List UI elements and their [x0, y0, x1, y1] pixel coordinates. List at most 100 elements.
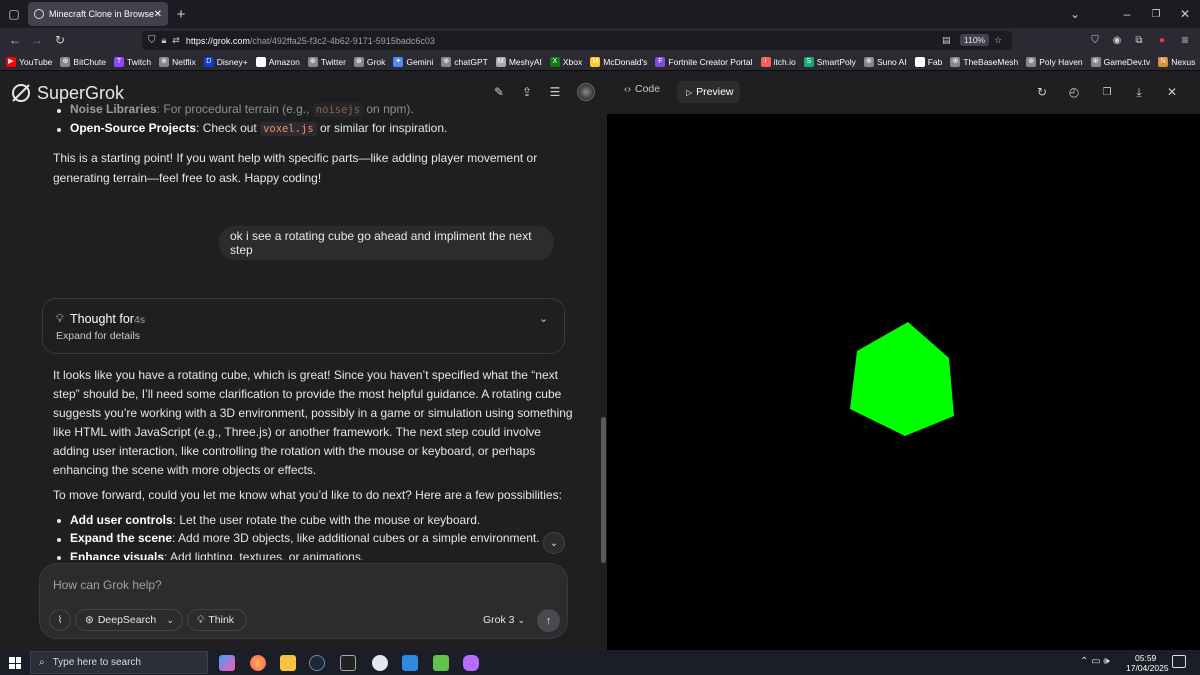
- model-selector[interactable]: Grok 3 ⌄: [483, 614, 525, 626]
- new-tab-icon[interactable]: +: [172, 5, 190, 23]
- bookmark-item[interactable]: F Fortnite Creator Portal: [655, 56, 753, 67]
- bookmark-item[interactable]: M McDonald's: [590, 56, 647, 67]
- reader-icon[interactable]: ▤: [942, 35, 951, 46]
- addon-icon[interactable]: ●: [1153, 31, 1171, 49]
- bookmark-item[interactable]: ⊕ Netflix: [159, 56, 196, 67]
- file-explorer-icon[interactable]: [280, 655, 296, 671]
- browser-tab[interactable]: Minecraft Clone in Browser - Gr ✕: [28, 2, 168, 26]
- tab-favicon-icon: [34, 9, 44, 19]
- bookmark-label: Netflix: [172, 56, 196, 67]
- game-controller-icon[interactable]: [463, 655, 479, 671]
- bookmark-favicon-icon: D: [203, 56, 214, 67]
- bookmark-item[interactable]: ⊕ BitChute: [60, 56, 106, 67]
- url-bar[interactable]: ⛉ 🔒︎ ⇄ https://grok.com/chat/492ffa25-f3…: [142, 31, 1012, 50]
- download-icon[interactable]: ⤓: [1130, 83, 1148, 101]
- refresh-icon[interactable]: ↻: [1033, 83, 1051, 101]
- forward-icon[interactable]: →: [28, 31, 46, 49]
- blockbench-icon[interactable]: [433, 655, 449, 671]
- bookmark-item[interactable]: ⊕ Twitter: [307, 56, 346, 67]
- chat-panel: SuperGrok ✎ ⇪ ☰ Noise Libraries: For pro…: [0, 71, 607, 650]
- grok-logo-icon: [12, 84, 30, 102]
- notifications-icon[interactable]: [1172, 655, 1186, 668]
- pocket-icon[interactable]: ⛉: [1086, 31, 1104, 49]
- unreal-icon[interactable]: [372, 655, 388, 671]
- preview-canvas[interactable]: [607, 114, 1200, 650]
- bookmark-item[interactable]: T Twitch: [114, 56, 151, 67]
- bookmark-item[interactable]: S SmartPoly: [803, 56, 856, 67]
- think-button[interactable]: 💡︎ Think: [187, 609, 247, 631]
- window-close-icon[interactable]: ✕: [1176, 5, 1194, 23]
- reload-icon[interactable]: ↻: [51, 31, 69, 49]
- bookmark-item[interactable]: ⊕ Grok: [353, 56, 385, 67]
- user-message-text: ok i see a rotating cube go ahead and im…: [230, 229, 532, 257]
- prompt-input[interactable]: How can Grok help?: [53, 578, 162, 592]
- clock-time[interactable]: 05:59: [1135, 653, 1156, 663]
- send-button[interactable]: ↑: [537, 609, 560, 632]
- bookmark-label: chatGPT: [454, 56, 488, 67]
- tab-close-icon[interactable]: ✕: [154, 9, 162, 20]
- bookmark-favicon-icon: ⊕: [863, 56, 874, 67]
- extensions-icon[interactable]: ⧉: [1130, 31, 1148, 49]
- avatar[interactable]: [577, 83, 595, 101]
- windows-start-icon[interactable]: [9, 657, 21, 669]
- bookmark-item[interactable]: ⊕ GameDev.tv: [1090, 56, 1150, 67]
- copilot-icon[interactable]: [219, 655, 235, 671]
- scrollbar[interactable]: [601, 417, 606, 563]
- play-icon: ▷: [686, 87, 693, 97]
- bookmark-item[interactable]: M MeshyAI: [495, 56, 542, 67]
- tab-list-icon[interactable]: ▢: [5, 5, 23, 23]
- bookmark-item[interactable]: ⊕ chatGPT: [441, 56, 488, 67]
- bullet: [57, 519, 61, 523]
- bookmark-item[interactable]: N Nexus: [1158, 56, 1195, 67]
- restore-icon[interactable]: ❐: [1147, 5, 1165, 23]
- tab-preview[interactable]: ▷ Preview: [677, 81, 740, 103]
- bookmark-item[interactable]: ⊕ Poly Haven: [1026, 56, 1083, 67]
- lock-icon: 🔒︎: [161, 35, 167, 45]
- bookmark-favicon-icon: ⊕: [159, 56, 170, 67]
- deepsearch-label: DeepSearch: [97, 614, 157, 626]
- taskbar-search[interactable]: ⌕ Type here to search: [30, 651, 208, 674]
- chevron-down-icon[interactable]: ⌄: [1066, 5, 1084, 23]
- bookmark-label: Fab: [927, 56, 943, 67]
- tab-code[interactable]: ‹› Code: [624, 83, 660, 95]
- copy-icon[interactable]: ❐: [1098, 83, 1116, 101]
- tray-icons[interactable]: ⌃ ▭ 🕪︎: [1080, 656, 1110, 667]
- bookmark-item[interactable]: X Xbox: [549, 56, 582, 67]
- bookmark-item[interactable]: F Fab: [914, 56, 943, 67]
- list-item: Open-Source Projects: Check out voxel.js…: [70, 121, 448, 136]
- chevron-down-icon[interactable]: ⌄: [539, 312, 548, 325]
- attach-button[interactable]: ⌇: [49, 609, 71, 631]
- bookmark-favicon-icon: ✦: [393, 56, 404, 67]
- clock-date[interactable]: 17/04/2025: [1126, 663, 1169, 673]
- thought-box[interactable]: 💡︎ Thought for 4s Expand for details ⌄: [42, 298, 565, 354]
- bookmark-item[interactable]: ✦ Gemini: [393, 56, 433, 67]
- bookmark-item[interactable]: ⊕ Suno AI: [863, 56, 907, 67]
- scroll-down-button[interactable]: ⌄: [543, 532, 565, 554]
- taskbar-search-placeholder: Type here to search: [52, 657, 141, 668]
- minimize-icon[interactable]: –: [1118, 5, 1136, 23]
- firefox-icon[interactable]: [250, 655, 266, 671]
- chevron-down-icon: ⌄: [517, 615, 525, 625]
- back-icon[interactable]: ←: [6, 31, 24, 49]
- search-history-icon[interactable]: ☰: [546, 83, 564, 101]
- edit-icon[interactable]: ✎: [490, 83, 508, 101]
- list-item: Enhance visuals: Add lighting, textures,…: [70, 550, 365, 560]
- steam-icon[interactable]: [309, 655, 325, 671]
- bookmark-item[interactable]: D Disney+: [203, 56, 248, 67]
- deepsearch-button[interactable]: ⊛ DeepSearch ⌄: [75, 609, 183, 631]
- epic-games-icon[interactable]: [340, 655, 356, 671]
- bookmark-item[interactable]: a Amazon: [255, 56, 300, 67]
- history-icon[interactable]: ◴: [1065, 83, 1083, 101]
- share-icon[interactable]: ⇪: [518, 83, 536, 101]
- zoom-level[interactable]: 110%: [960, 34, 990, 46]
- close-icon[interactable]: ✕: [1163, 83, 1181, 101]
- preview-scene: [850, 322, 954, 436]
- bookmark-item[interactable]: ▶ YouTube: [6, 56, 52, 67]
- bookmark-star-icon[interactable]: ☆: [994, 35, 1002, 46]
- bookmark-item[interactable]: i itch.io: [760, 56, 796, 67]
- vscode-icon[interactable]: [402, 655, 418, 671]
- profile-icon[interactable]: ◉: [1108, 31, 1126, 49]
- menu-icon[interactable]: ≡: [1176, 31, 1194, 49]
- bookmark-favicon-icon: M: [495, 56, 506, 67]
- bookmark-item[interactable]: ⊕ TheBaseMesh: [950, 56, 1018, 67]
